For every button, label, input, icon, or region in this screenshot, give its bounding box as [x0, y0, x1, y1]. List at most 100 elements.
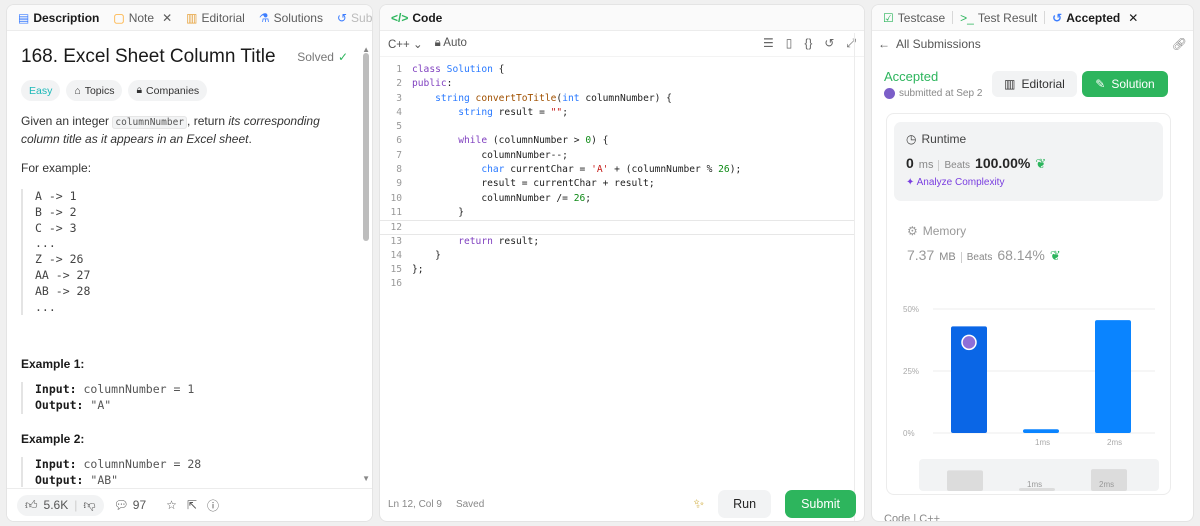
tab-test-result[interactable]: >_ Test Result: [955, 5, 1042, 30]
doc-icon: ▤: [18, 10, 30, 25]
mapping-block: A -> 1 B -> 2 C -> 3 ... Z -> 26 AA -> 2…: [21, 189, 348, 316]
star-icon[interactable]: ☆: [166, 498, 177, 512]
editor-scrollbar[interactable]: [854, 33, 864, 521]
code-line[interactable]: 12: [380, 220, 854, 235]
tab-solutions[interactable]: ⚗ Solutions: [254, 5, 328, 30]
avatar: [884, 88, 895, 99]
y-tick-label: 25%: [903, 367, 919, 376]
runtime-value: 0: [906, 155, 914, 171]
code-line[interactable]: 9 result = currentChar + result;: [380, 177, 854, 191]
editorial-button[interactable]: ▥ Editorial: [992, 71, 1077, 97]
format-icon[interactable]: ☰: [763, 36, 774, 51]
code-line[interactable]: 8 char currentChar = 'A' + (columnNumber…: [380, 163, 854, 177]
chart-bar[interactable]: [1023, 429, 1059, 433]
share-icon[interactable]: ⇱: [187, 498, 197, 512]
code-line[interactable]: 2 public:: [380, 77, 854, 91]
runtime-box[interactable]: ◷ Runtime 0 ms Beats 100.00% ❦ ✦ Analyze …: [894, 122, 1163, 201]
difficulty-tag: Easy: [21, 80, 61, 101]
submit-button[interactable]: Submit: [785, 490, 856, 518]
check-box-icon: ☑: [883, 10, 894, 25]
braces-icon[interactable]: {}: [804, 36, 812, 51]
close-icon[interactable]: ✕: [162, 11, 172, 25]
problem-statement: Given an integer columnNumber, return it…: [21, 114, 320, 146]
memory-value: 7.37: [907, 247, 935, 263]
result-tabbar: ☑ Testcase >_ Test Result ↺ Accepted ✕: [872, 5, 1193, 31]
note-icon: ▢: [113, 10, 125, 25]
link-icon[interactable]: 🔗︎: [1172, 37, 1187, 51]
run-button[interactable]: Run: [718, 490, 772, 518]
close-icon[interactable]: ✕: [1128, 11, 1138, 25]
book-icon: ▥: [186, 10, 198, 25]
submission-header: ← All Submissions 🔗︎: [872, 31, 1193, 57]
runtime-distribution-chart[interactable]: 50% 25% 0% 1ms 2ms 1ms 2ms: [887, 279, 1172, 494]
clock-icon: ◷: [906, 132, 917, 146]
code-line[interactable]: 13 return result;: [380, 235, 854, 249]
thumbs-up-icon[interactable]: 👍︎: [25, 498, 38, 513]
flask-icon: ⚗: [258, 10, 270, 25]
solution-button[interactable]: ✎ Solution: [1082, 71, 1168, 97]
edit-icon: ✎: [1095, 77, 1106, 91]
all-submissions-link[interactable]: All Submissions: [896, 37, 981, 51]
leaf-icon: ❦: [1035, 156, 1047, 171]
check-circle-icon: ✓: [337, 50, 348, 64]
tab-description[interactable]: ▤ Description: [13, 5, 104, 30]
example-2-title: Example 2:: [21, 431, 85, 446]
code-line[interactable]: 7 columnNumber--;: [380, 149, 854, 163]
code-tabbar: </> Code: [380, 5, 864, 31]
code-line[interactable]: 14 }: [380, 249, 854, 263]
code-panel: </> Code C++ ⌄ 🔒︎ Auto ☰ ▯ {} ↺ ⤢ 1 class…: [379, 4, 865, 522]
bookmark-icon[interactable]: ▯: [786, 36, 793, 51]
runtime-beats: 100.00%: [975, 155, 1031, 171]
problem-title[interactable]: 168. Excel Sheet Column Title: [21, 46, 276, 68]
code-line[interactable]: 10 columnNumber /= 26;: [380, 192, 854, 206]
code-editor[interactable]: 1 class Solution {2 public: 3 string conver…: [380, 63, 854, 292]
editor-footer: Ln 12, Col 9 Saved ✨︎ Run Submit: [380, 487, 864, 521]
chart-bar[interactable]: [1095, 320, 1131, 433]
sparkle-icon[interactable]: ✨︎: [693, 496, 704, 512]
help-icon[interactable]: ⓘ: [207, 497, 219, 514]
analyze-complexity-link[interactable]: ✦ Analyze Complexity: [906, 177, 1151, 188]
auto-mode[interactable]: 🔒︎ Auto: [435, 37, 467, 50]
tab-accepted[interactable]: ↺ Accepted ✕: [1047, 5, 1143, 30]
code-line[interactable]: 6 while (columnNumber > 0) {: [380, 134, 854, 148]
topics-tag[interactable]: ⌂ Topics: [66, 80, 123, 101]
y-tick-label: 50%: [903, 305, 919, 314]
scroll-down-icon[interactable]: ▼: [362, 474, 370, 483]
scrollbar[interactable]: [363, 53, 369, 241]
code-line[interactable]: 3 string convertToTitle(int columnNumber…: [380, 92, 854, 106]
lock-icon: 🔒︎: [136, 84, 143, 96]
example-2: Input: columnNumber = 28 Output: "AB": [21, 456, 348, 487]
code-footer: Code | C++: [884, 513, 941, 522]
tab-submissions[interactable]: ↺ Sub: [332, 5, 372, 30]
x-tick-label: 1ms: [1035, 438, 1050, 447]
editor-toolbar: C++ ⌄ 🔒︎ Auto ☰ ▯ {} ↺ ⤢: [380, 31, 864, 57]
history-icon: ↺: [1052, 10, 1063, 25]
solved-badge: Solved ✓: [297, 50, 348, 64]
tab-editorial[interactable]: ▥ Editorial: [181, 5, 250, 30]
code-line[interactable]: 5: [380, 120, 854, 134]
description-panel: ▤ Description ▢ Note ✕ ▥ Editorial ⚗ Sol…: [6, 4, 373, 522]
overview-tick-label: 2ms: [1099, 480, 1114, 489]
companies-tag[interactable]: 🔒︎ Companies: [128, 80, 208, 101]
code-line[interactable]: 11 }: [380, 206, 854, 220]
avatar-marker: [961, 334, 977, 351]
lock-icon: 🔒︎: [434, 37, 441, 49]
comment-icon[interactable]: 💬︎: [114, 498, 129, 512]
description-footer: 👍︎ 5.6K | 👎︎ 💬︎ 97 ☆ ⇱ ⓘ: [7, 488, 372, 521]
tab-note[interactable]: ▢ Note ✕: [108, 5, 177, 30]
code-line[interactable]: 16: [380, 277, 854, 291]
x-tick-label: 2ms: [1107, 438, 1122, 447]
tab-code[interactable]: </> Code: [386, 5, 447, 30]
code-line[interactable]: 15};: [380, 263, 854, 277]
left-tabbar: ▤ Description ▢ Note ✕ ▥ Editorial ⚗ Sol…: [7, 5, 372, 31]
language-select[interactable]: C++ ⌄: [388, 37, 423, 51]
code-line[interactable]: 4 string result = "";: [380, 106, 854, 120]
accepted-label: Accepted: [884, 69, 939, 84]
thumbs-down-icon[interactable]: 👎︎: [83, 498, 95, 513]
reset-icon[interactable]: ↺: [824, 36, 834, 51]
tab-testcase[interactable]: ☑ Testcase: [878, 5, 950, 30]
memory-box[interactable]: ⚙ Memory 7.37 MB Beats 68.14% ❦: [907, 224, 1160, 264]
code-line[interactable]: 1 class Solution {: [380, 63, 854, 77]
book-icon: ▥: [1004, 77, 1016, 91]
arrow-left-icon[interactable]: ←: [878, 37, 890, 51]
